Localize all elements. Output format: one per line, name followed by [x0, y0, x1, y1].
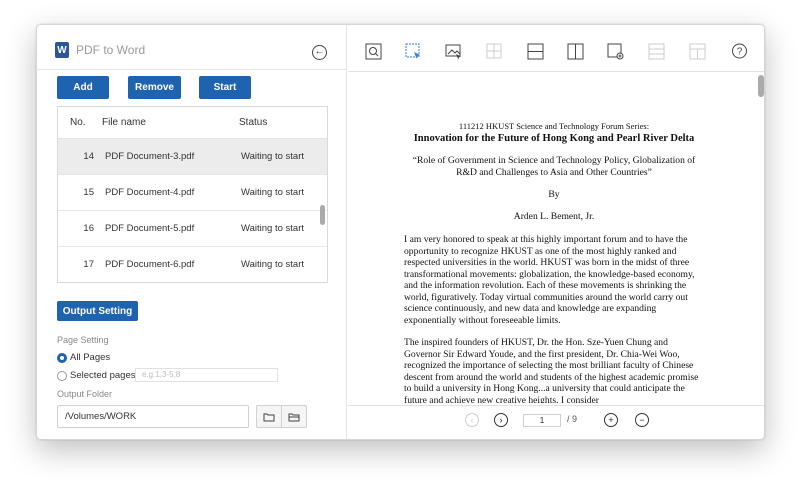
next-page-button[interactable]: › — [494, 413, 508, 427]
header-divider — [37, 69, 347, 70]
row-status: Waiting to start — [241, 151, 305, 162]
zoom-in-button[interactable]: + — [604, 413, 618, 427]
table-row[interactable]: 15 PDF Document-4.pdf Waiting to start — [58, 175, 327, 211]
row-file-name: PDF Document-4.pdf — [105, 187, 195, 198]
app-header: W PDF to Word — [55, 42, 145, 58]
all-pages-radio[interactable]: All Pages — [57, 352, 110, 363]
row-number: 17 — [83, 259, 94, 270]
remove-button[interactable]: Remove — [128, 76, 181, 99]
selected-pages-label: Selected pages — [70, 370, 136, 381]
table-row[interactable]: 14 PDF Document-3.pdf Waiting to start — [58, 139, 327, 175]
column-header-file-name[interactable]: File name — [102, 117, 239, 128]
start-button[interactable]: Start — [199, 76, 251, 99]
document-page: 111212 HKUST Science and Technology Foru… — [404, 121, 704, 403]
doc-author: Arden L. Bement, Jr. — [513, 210, 595, 222]
doc-header: 111212 HKUST Science and Technology Foru… — [458, 121, 650, 131]
word-icon: W — [55, 42, 69, 58]
row-number: 16 — [83, 223, 94, 234]
row-number: 15 — [83, 187, 94, 198]
table-row[interactable]: 17 PDF Document-6.pdf Waiting to start — [58, 247, 327, 282]
preview-scrollbar-thumb[interactable] — [758, 75, 764, 97]
selected-pages-radio[interactable]: Selected pages — [57, 370, 136, 381]
doc-by: By — [548, 189, 560, 200]
selected-pages-input[interactable]: e.g.1,3-5,8 — [135, 368, 278, 382]
output-folder-label: Output Folder — [57, 389, 113, 399]
table-header: No. File name Status — [58, 107, 327, 139]
total-pages: / 9 — [567, 414, 578, 424]
all-pages-label: All Pages — [70, 352, 111, 363]
table-select-icon — [486, 43, 502, 59]
document-preview[interactable]: 111212 HKUST Science and Technology Foru… — [348, 73, 764, 403]
column-header-no[interactable]: No. — [58, 117, 102, 128]
preview-toolbar: ? — [348, 25, 764, 72]
doc-paragraph: The inspired founders of HKUST, Dr. the … — [404, 337, 699, 403]
output-setting-button[interactable]: Output Setting — [57, 301, 138, 321]
folder-icon — [263, 413, 275, 421]
row-status: Waiting to start — [241, 259, 305, 270]
merge-rows-icon — [648, 43, 665, 60]
merge-columns-icon — [689, 43, 706, 60]
previous-page-button[interactable]: ‹ — [465, 413, 479, 427]
table-scrollbar-thumb[interactable] — [320, 205, 325, 225]
browse-folder-button[interactable] — [256, 405, 282, 428]
doc-title: Innovation for the Future of Hong Kong a… — [413, 133, 695, 144]
page-setting-label: Page Setting — [57, 335, 109, 345]
zoom-area-icon[interactable] — [365, 43, 382, 60]
horizontal-split-icon[interactable] — [527, 43, 544, 60]
doc-subtitle: “Role of Government in Science and Techn… — [412, 155, 696, 178]
preview-panel: ? 111212 HKUST Science and Technology Fo… — [348, 25, 764, 439]
current-page-input[interactable]: 1 — [523, 414, 561, 427]
column-header-status[interactable]: Status — [239, 117, 319, 128]
svg-text:?: ? — [737, 47, 743, 58]
row-number: 14 — [83, 151, 94, 162]
table-row[interactable]: 16 PDF Document-5.pdf Waiting to start — [58, 211, 327, 247]
row-status: Waiting to start — [241, 223, 305, 234]
open-folder-button[interactable] — [281, 405, 307, 428]
app-window: W PDF to Word ← Add Remove Start No. Fil… — [36, 24, 765, 440]
output-folder-field[interactable]: /Volumes/WORK — [57, 405, 249, 428]
row-status: Waiting to start — [241, 187, 305, 198]
radio-checked-icon — [57, 352, 67, 363]
row-file-name: PDF Document-5.pdf — [105, 223, 195, 234]
select-text-icon[interactable] — [405, 43, 422, 60]
left-panel: W PDF to Word ← Add Remove Start No. Fil… — [37, 25, 347, 439]
doc-paragraph: I am very honored to speak at this highl… — [404, 234, 695, 326]
file-table: No. File name Status 14 PDF Document-3.p… — [57, 106, 328, 283]
radio-unchecked-icon — [57, 370, 67, 381]
select-image-icon[interactable] — [445, 43, 462, 60]
app-title: PDF to Word — [76, 43, 146, 57]
add-button[interactable]: Add — [57, 76, 109, 99]
vertical-split-icon[interactable] — [567, 43, 584, 60]
row-file-name: PDF Document-6.pdf — [105, 259, 195, 270]
help-icon[interactable]: ? — [731, 43, 748, 60]
row-file-name: PDF Document-3.pdf — [105, 151, 195, 162]
zoom-out-button[interactable]: − — [635, 413, 649, 427]
add-region-icon[interactable] — [607, 43, 624, 60]
open-folder-icon — [288, 413, 300, 421]
back-button[interactable]: ← — [312, 45, 327, 60]
